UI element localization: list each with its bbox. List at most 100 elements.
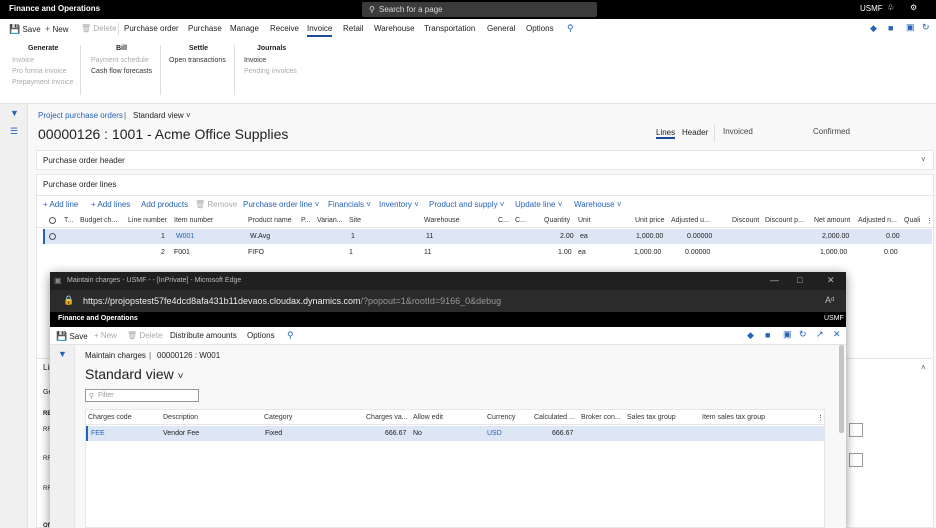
payment-schedule-button[interactable]: Payment schedule — [91, 57, 149, 64]
prepayment-invoice-button[interactable]: Prepayment invoice — [12, 79, 73, 86]
close-icon[interactable]: ✕ — [833, 329, 841, 340]
remove-button[interactable]: 🗑 Remove — [195, 200, 237, 209]
notification-icon[interactable]: ▣ — [906, 22, 915, 33]
view-selector[interactable]: Standard view ˅ — [133, 111, 191, 120]
column-header[interactable]: Calculated ... — [534, 414, 575, 421]
po-header-section[interactable]: Purchase order header ˅ — [36, 150, 934, 170]
minimize-icon[interactable]: — — [770, 275, 779, 285]
office-icon[interactable]: ■ — [888, 23, 893, 33]
update-line-menu[interactable]: Update line ˅ — [515, 200, 562, 209]
column-header[interactable]: C... — [515, 217, 526, 224]
close-icon[interactable]: ✕ — [827, 275, 835, 286]
new-button[interactable]: + New — [45, 24, 69, 34]
popout-icon[interactable]: ↗ — [816, 329, 824, 340]
column-header[interactable]: Charges va... — [366, 414, 408, 421]
column-header[interactable]: C... — [498, 217, 509, 224]
tab-receive[interactable]: Receive — [270, 24, 299, 33]
refresh-icon[interactable]: ↻ — [922, 22, 930, 33]
add-line-button[interactable]: + Add line — [43, 200, 78, 209]
tab-retail[interactable]: Retail — [343, 24, 363, 33]
filter-icon[interactable]: ▼ — [10, 108, 19, 118]
column-header[interactable]: Warehouse — [424, 217, 460, 224]
financials-menu[interactable]: Financials ˅ — [328, 200, 371, 209]
table-row[interactable]: 1 W001 W.Avg 1 11 2.00 ea 1,000.00 0.000… — [43, 229, 932, 244]
tab-options[interactable]: Options — [526, 24, 554, 33]
add-products-button[interactable]: Add products — [141, 200, 188, 209]
tab-purchase-order[interactable]: Purchase order — [124, 24, 179, 33]
popup-new-button[interactable]: + New — [94, 331, 117, 340]
view-selector[interactable]: Standard view ˅ — [85, 366, 183, 382]
address-bar[interactable]: 🔒 https://projopstest57fe4dcd8afa431b11d… — [50, 290, 846, 312]
column-header[interactable]: Net amount — [814, 217, 850, 224]
save-button[interactable]: 💾 Save — [9, 24, 41, 35]
select-all-radio[interactable] — [49, 217, 56, 224]
popup-options-tab[interactable]: Options — [247, 331, 275, 340]
delete-button[interactable]: 🗑 Delete — [81, 24, 117, 33]
chevron-down-icon[interactable]: ˅ — [921, 155, 926, 164]
column-header[interactable]: Varian... — [317, 217, 343, 224]
table-row[interactable]: FEE Vendor Fee Fixed 666.67 No USD 666.6… — [86, 426, 824, 441]
column-header[interactable]: Category — [264, 414, 292, 421]
column-header[interactable]: Item sales tax group — [702, 414, 765, 421]
column-header[interactable]: P... — [301, 217, 311, 224]
search-box[interactable]: ⚲ Search for a page — [362, 2, 597, 17]
column-header[interactable]: Item number — [174, 217, 213, 224]
scrollbar[interactable] — [839, 345, 844, 433]
column-header[interactable]: Product name — [248, 217, 292, 224]
link-icon[interactable]: ◆ — [870, 23, 877, 34]
office-icon[interactable]: ■ — [765, 330, 770, 340]
add-lines-button[interactable]: + Add lines — [91, 200, 130, 209]
column-header[interactable]: Sales tax group — [627, 414, 676, 421]
pro-forma-invoice-button[interactable]: Pro forma invoice — [12, 68, 66, 75]
pending-invoices-button[interactable]: Pending invoices — [244, 68, 297, 75]
tab-manage[interactable]: Manage — [230, 24, 259, 33]
gear-icon[interactable]: ⚙ — [910, 3, 917, 12]
row-select-radio[interactable] — [49, 233, 56, 240]
more-columns-icon[interactable]: ⋮ — [926, 217, 933, 225]
company-label[interactable]: USMF — [860, 4, 883, 13]
column-header[interactable]: Site — [349, 217, 361, 224]
filter-input[interactable]: ⚲ Filter — [85, 389, 199, 402]
refresh-icon[interactable]: ↻ — [799, 329, 807, 340]
purchase-order-line-menu[interactable]: Purchase order line ˅ — [243, 200, 319, 209]
column-header[interactable]: Discount — [732, 217, 759, 224]
field-input[interactable] — [849, 453, 863, 467]
tab-warehouse[interactable]: Warehouse — [374, 24, 415, 33]
cash-flow-forecasts-button[interactable]: Cash flow forecasts — [91, 68, 152, 75]
column-header[interactable]: Quali — [904, 217, 920, 224]
breadcrumb-link[interactable]: Project purchase orders — [38, 111, 123, 120]
column-header[interactable]: Charges code — [88, 414, 132, 421]
popup-company[interactable]: USMF — [824, 315, 844, 322]
notification-icon[interactable]: ▣ — [783, 329, 792, 340]
column-header[interactable]: T... — [64, 217, 73, 224]
column-header[interactable]: Adjusted n... — [858, 217, 897, 224]
charges-code[interactable]: FEE — [91, 430, 105, 437]
column-header[interactable]: Unit — [578, 217, 590, 224]
column-header[interactable]: Allow edit — [413, 414, 443, 421]
popup-save-button[interactable]: 💾 Save — [56, 331, 88, 342]
inventory-menu[interactable]: Inventory ˅ — [379, 200, 419, 209]
warehouse-menu[interactable]: Warehouse ˅ — [574, 200, 622, 209]
invoice-button[interactable]: Invoice — [12, 57, 34, 64]
maximize-icon[interactable]: □ — [797, 275, 802, 285]
field-input[interactable] — [849, 423, 863, 437]
column-header[interactable]: Broker con... — [581, 414, 621, 421]
table-row[interactable]: 2 F001 FIFO 1 11 1.00 ea 1,000.00 0.0000… — [43, 245, 932, 260]
more-columns-icon[interactable]: ⋮ — [817, 414, 824, 422]
tab-invoice[interactable]: Invoice — [307, 24, 333, 37]
search-icon[interactable]: ⚲ — [287, 330, 294, 341]
bell-icon[interactable]: ♧ — [887, 3, 894, 12]
distribute-amounts-button[interactable]: Distribute amounts — [170, 331, 237, 340]
search-icon[interactable]: ⚲ — [567, 23, 574, 34]
read-aloud-icon[interactable]: Aᵈ — [825, 295, 834, 305]
column-header[interactable]: Adjusted u... — [671, 217, 710, 224]
item-number[interactable]: W001 — [176, 233, 194, 240]
column-header[interactable]: Line number — [128, 217, 167, 224]
filter-icon[interactable]: ▼ — [58, 349, 67, 359]
column-header[interactable]: Discount p... — [765, 217, 804, 224]
tab-transportation[interactable]: Transportation — [424, 24, 475, 33]
chevron-up-icon[interactable]: ˄ — [921, 363, 926, 372]
menu-icon[interactable]: ☰ — [10, 126, 18, 137]
item-number[interactable]: F001 — [174, 249, 190, 256]
journal-invoice-button[interactable]: Invoice — [244, 57, 266, 64]
